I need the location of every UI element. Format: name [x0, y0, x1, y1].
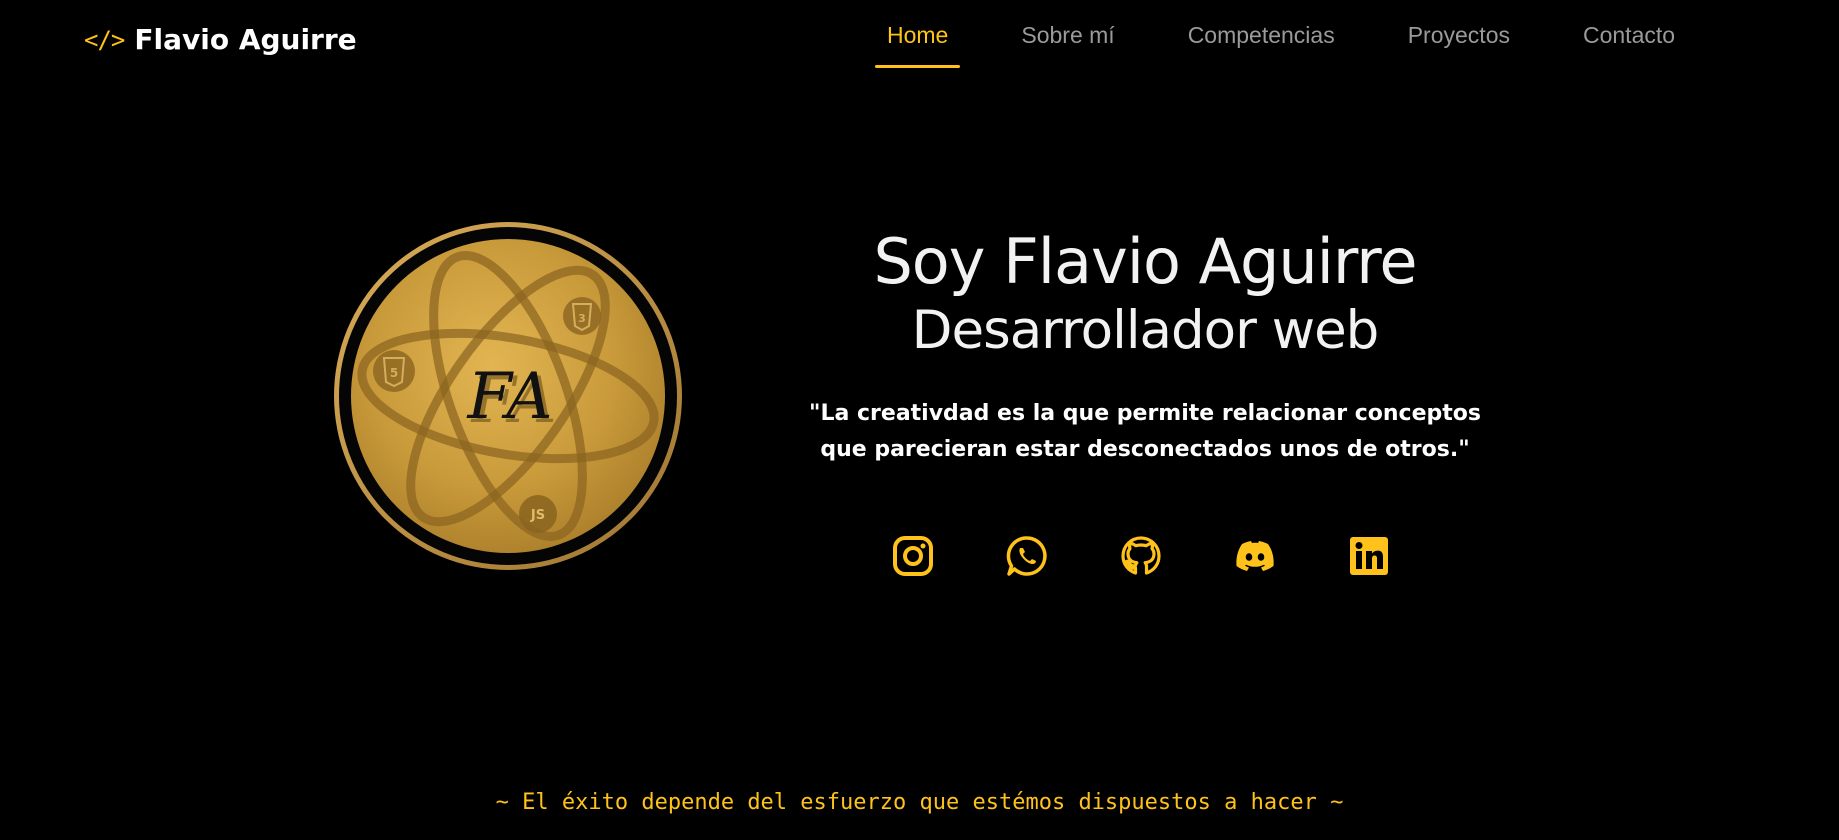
whatsapp-link[interactable] — [1006, 535, 1048, 577]
hero-title: Soy Flavio Aguirre — [873, 225, 1417, 298]
svg-text:3: 3 — [578, 312, 586, 325]
main-nav: Home Sobre mí Competencias Proyectos Con… — [875, 0, 1687, 70]
linkedin-icon — [1350, 537, 1388, 575]
linkedin-link[interactable] — [1348, 535, 1390, 577]
nav-link-sobre-mi[interactable]: Sobre mí — [1009, 0, 1126, 68]
nav-link-competencias[interactable]: Competencias — [1176, 0, 1347, 68]
nav-link-home[interactable]: Home — [875, 0, 961, 68]
github-icon — [1121, 536, 1161, 575]
footer-motto: ~ El éxito depende del esfuerzo que esté… — [495, 790, 1344, 815]
profile-logo-medallion: 5 3 JS FA FA — [332, 220, 684, 572]
fa-atom-logo: 5 3 JS FA FA — [334, 222, 682, 570]
nav-link-proyectos[interactable]: Proyectos — [1396, 0, 1522, 68]
hero-quote: "La creativdad es la que permite relacio… — [809, 401, 1481, 462]
svg-text:5: 5 — [390, 366, 398, 380]
whatsapp-icon — [1006, 536, 1047, 576]
github-link[interactable] — [1120, 535, 1162, 577]
js-badge: JS — [519, 495, 557, 533]
discord-link[interactable] — [1234, 535, 1276, 577]
instagram-link[interactable] — [892, 535, 934, 577]
instagram-icon — [893, 536, 933, 576]
fa-monogram: FA — [466, 360, 552, 434]
discord-icon — [1236, 541, 1274, 571]
html5-badge: 5 — [373, 350, 415, 392]
social-links — [892, 535, 1390, 577]
hero-section: Soy Flavio Aguirre Desarrollador web "La… — [760, 222, 1530, 468]
hero-subtitle: Desarrollador web — [911, 300, 1380, 361]
nav-link-contacto[interactable]: Contacto — [1571, 0, 1687, 68]
code-icon: </> — [84, 26, 125, 54]
brand-logo-link[interactable]: </> Flavio Aguirre — [84, 20, 357, 60]
site-header: </> Flavio Aguirre Home Sobre mí Compete… — [0, 0, 1839, 80]
brand-name: Flavio Aguirre — [134, 23, 357, 56]
css3-badge: 3 — [563, 297, 601, 335]
svg-text:JS: JS — [530, 508, 545, 523]
